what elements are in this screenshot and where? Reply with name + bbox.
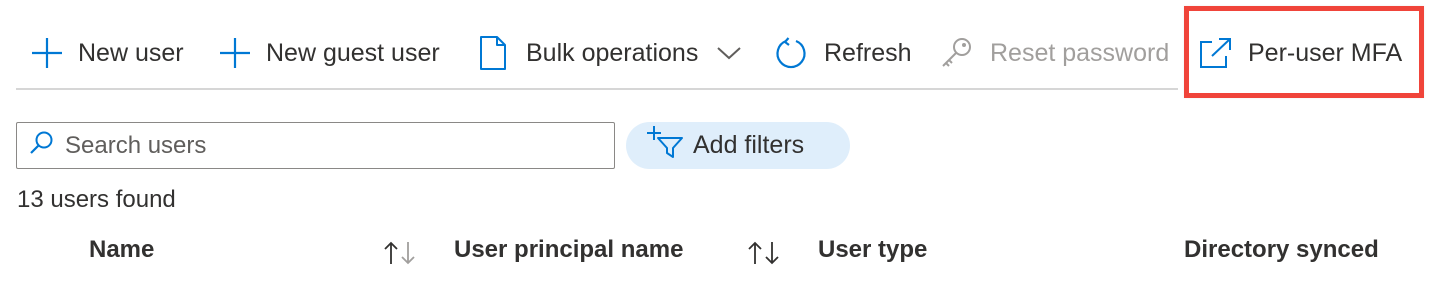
key-icon — [940, 36, 974, 70]
reset-password-label: Reset password — [990, 38, 1170, 67]
search-icon — [29, 130, 55, 161]
search-box[interactable] — [16, 122, 615, 169]
refresh-label: Refresh — [824, 38, 912, 67]
search-input[interactable] — [65, 131, 585, 160]
new-user-label: New user — [78, 38, 184, 67]
new-guest-user-button[interactable]: New guest user — [218, 28, 440, 78]
new-guest-user-label: New guest user — [266, 38, 440, 67]
toolbar-divider — [16, 88, 1178, 90]
add-filters-label: Add filters — [693, 131, 805, 159]
chevron-down-icon — [716, 45, 742, 61]
highlight-box — [1184, 6, 1424, 98]
new-user-button[interactable]: New user — [30, 28, 184, 78]
results-count: 13 users found — [17, 186, 176, 213]
document-icon — [478, 35, 508, 71]
plus-icon — [30, 36, 64, 70]
reset-password-button[interactable]: Reset password — [940, 28, 1169, 78]
bulk-operations-button[interactable]: Bulk operations — [478, 28, 742, 78]
bulk-operations-label: Bulk operations — [526, 38, 699, 67]
column-header-upn[interactable]: User principal name — [454, 236, 683, 264]
column-header-directory-synced[interactable]: Directory synced — [1184, 236, 1379, 264]
add-filter-icon — [646, 124, 684, 167]
add-filters-button[interactable]: Add filters — [626, 122, 850, 169]
refresh-button[interactable]: Refresh — [774, 28, 912, 78]
plus-icon — [218, 36, 252, 70]
refresh-icon — [774, 36, 808, 70]
sort-icon[interactable] — [746, 238, 782, 273]
column-header-name[interactable]: Name — [89, 236, 154, 264]
sort-icon[interactable] — [382, 238, 418, 273]
column-header-user-type[interactable]: User type — [818, 236, 927, 264]
